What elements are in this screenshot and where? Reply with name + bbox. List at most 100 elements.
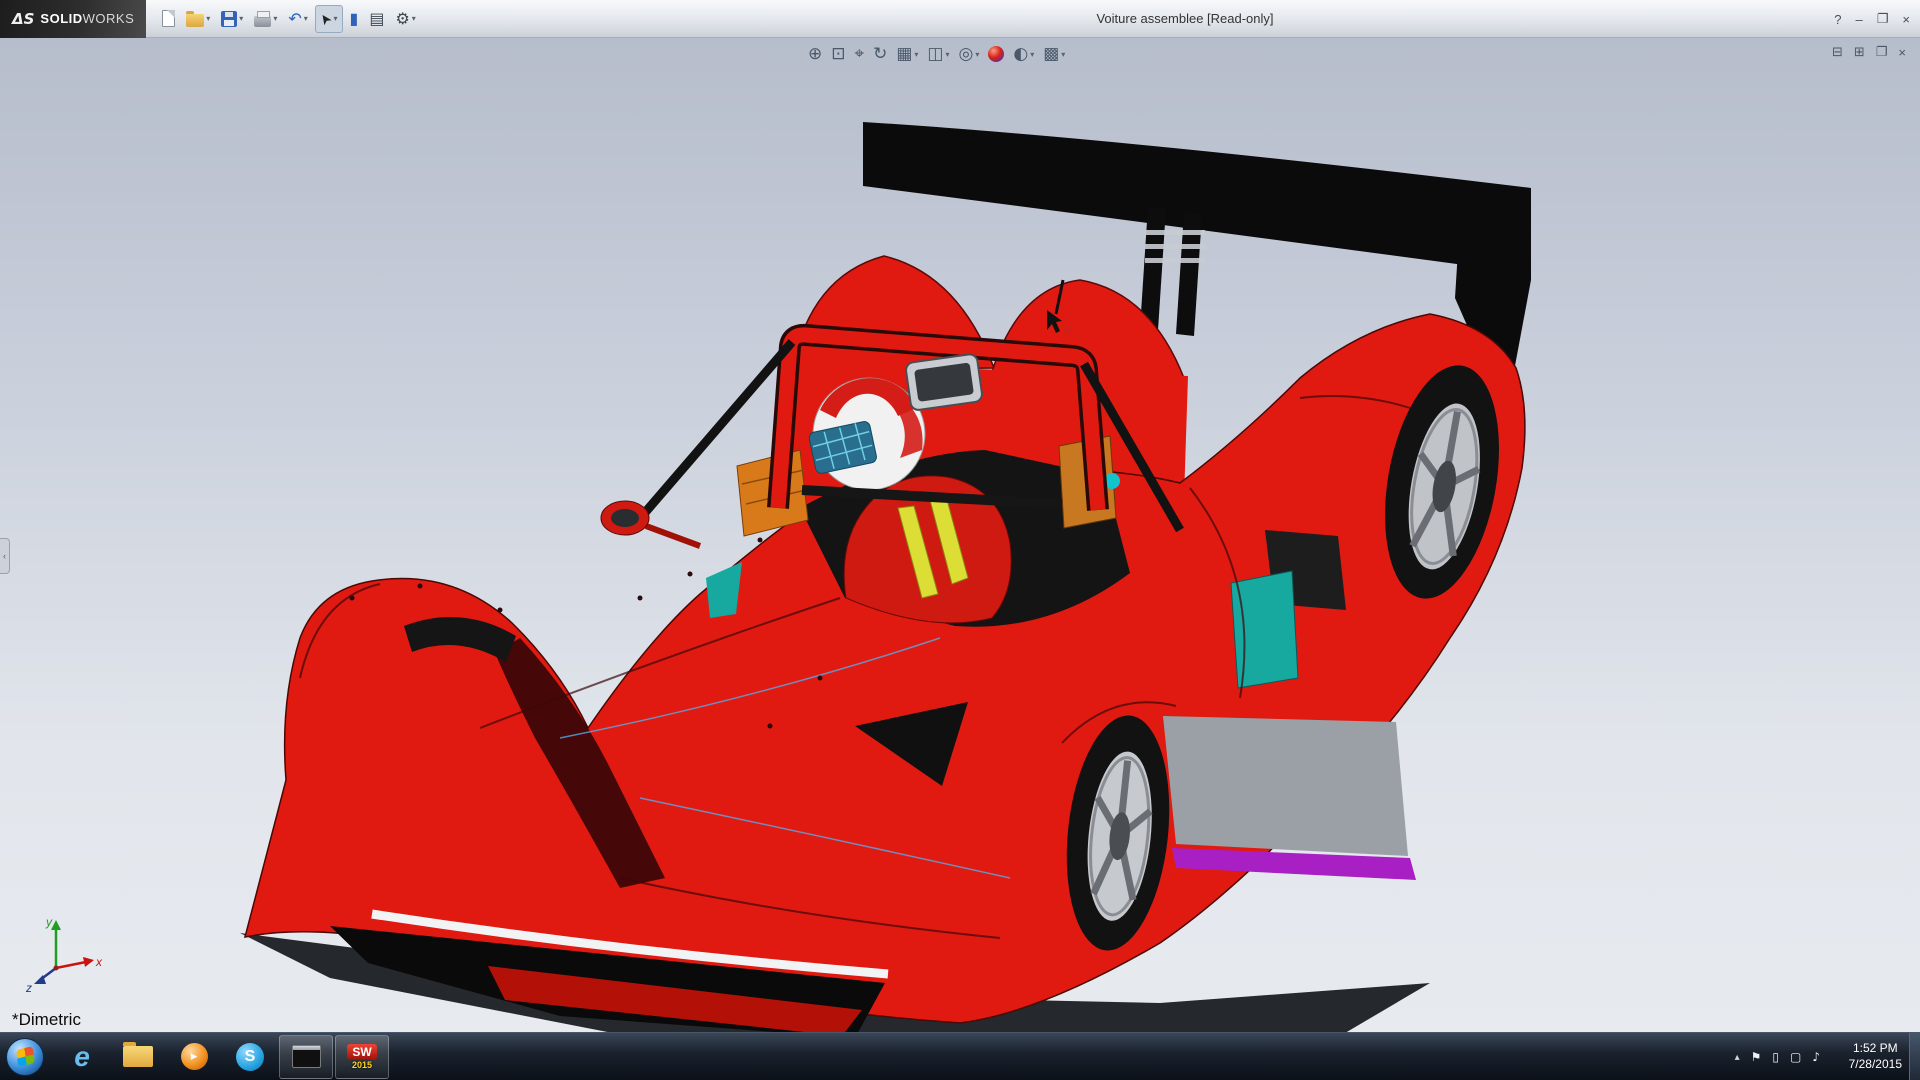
display-style-icon: ◫ <box>927 44 943 64</box>
zoom-fit-button[interactable]: ⊕ <box>808 44 822 64</box>
instant3d-icon: ▮ <box>350 9 359 28</box>
start-button[interactable] <box>6 1038 44 1076</box>
graphics-area[interactable]: ⊕ ⊡ ⌖ ↻ ▦▾ ◫▾ ◎▾ ◐▾ ▩▾ ⊟ ⊞ ❐ × ‹ y x z *… <box>0 38 1920 1032</box>
zoom-fit-icon: ⊕ <box>808 44 822 64</box>
y-axis-label: y <box>45 915 53 929</box>
save-icon <box>221 11 237 27</box>
taskbar-clock[interactable]: 1:52 PM 7/28/2015 <box>1849 1033 1902 1080</box>
new-document-button[interactable] <box>158 5 179 33</box>
help-icon[interactable]: ? <box>1834 12 1841 27</box>
view-orientation-icon: ▦ <box>896 44 912 64</box>
open-folder-icon <box>186 14 204 27</box>
undo-button[interactable]: ↶▾ <box>284 5 311 33</box>
save-button[interactable]: ▾ <box>217 5 247 33</box>
view-settings-button[interactable]: ▩▾ <box>1043 44 1065 64</box>
view-settings-icon: ▩ <box>1043 44 1059 64</box>
dropdown-arrow-icon: ▾ <box>239 14 243 23</box>
system-tray: ▴ ⚑ ▯ ▢ ♪ <box>1735 1033 1820 1080</box>
solidworks-logo: ΔS SOLIDWORKS <box>0 0 146 38</box>
clock-time: 1:52 PM <box>1849 1041 1902 1057</box>
zoom-area-button[interactable]: ⊡ <box>831 44 845 64</box>
solidworks-logo-mark-icon: ΔS <box>12 10 34 28</box>
action-center-flag-icon[interactable]: ⚑ <box>1751 1050 1762 1064</box>
edit-appearance-button[interactable] <box>988 46 1004 62</box>
doc-close-icon[interactable]: × <box>1898 45 1906 60</box>
dropdown-arrow-icon: ▾ <box>945 50 949 59</box>
folder-icon <box>123 1046 153 1067</box>
rotate-view-button[interactable]: ↻ <box>873 44 887 64</box>
teal-side-window <box>1231 571 1298 688</box>
scene-icon: ◐ <box>1013 44 1028 64</box>
mirror-stalk <box>646 526 700 546</box>
feature-panel-collapse-handle[interactable]: ‹ <box>0 538 10 574</box>
x-axis-arrow <box>83 957 94 967</box>
maximize-icon[interactable]: ❐ <box>1877 12 1889 27</box>
minimize-icon[interactable]: – <box>1856 12 1863 27</box>
skype-icon: S <box>236 1043 264 1071</box>
select-tool-button[interactable]: ➤▾ <box>315 5 343 33</box>
tray-expand-icon[interactable]: ▴ <box>1735 1052 1740 1063</box>
network-icon[interactable]: ▢ <box>1790 1050 1801 1064</box>
select-cursor-icon: ➤ <box>316 9 336 28</box>
play-icon: ▸ <box>191 1049 198 1064</box>
windows-flag-icon <box>16 1046 35 1067</box>
zoom-selection-button[interactable]: ⌖ <box>855 44 865 64</box>
car-model[interactable] <box>0 38 1920 1032</box>
windows-taskbar: e ▸ S SW 2015 ▴ ⚑ ▯ ▢ ♪ 1:52 PM 7/28/201… <box>0 1032 1920 1080</box>
display-style-button[interactable]: ◫▾ <box>927 44 949 64</box>
hide-show-icon: ◎ <box>958 44 973 64</box>
rocker-panel <box>1163 716 1408 856</box>
options-button[interactable]: ⚙▾ <box>391 5 419 33</box>
dash-display <box>905 353 983 411</box>
dropdown-arrow-icon: ▾ <box>914 50 918 59</box>
taskbar-file-explorer[interactable] <box>111 1035 165 1079</box>
apply-scene-button[interactable]: ◐▾ <box>1013 44 1034 64</box>
close-icon[interactable]: × <box>1902 12 1910 27</box>
rotate-view-icon: ↻ <box>873 44 887 64</box>
doc-pane-icon[interactable]: ⊞ <box>1854 45 1865 60</box>
reference-triad[interactable]: y x z <box>24 912 108 996</box>
solidworks-logo-text: SOLIDWORKS <box>40 11 134 26</box>
clock-date: 7/28/2015 <box>1849 1057 1902 1073</box>
main-toolbar: ▾ ▾ ▾ ↶▾ ➤▾ ▮ ▤ ⚙▾ <box>146 5 420 33</box>
dropdown-arrow-icon: ▾ <box>206 14 210 23</box>
x-axis-label: x <box>95 955 103 969</box>
taskbar-media-player[interactable]: ▸ <box>167 1035 221 1079</box>
zoom-selection-icon: ⌖ <box>855 44 865 64</box>
view-orientation-label: *Dimetric <box>12 1010 81 1030</box>
doc-restore-icon[interactable]: ❐ <box>1876 45 1888 60</box>
solidworks-app-icon: SW 2015 <box>347 1044 376 1070</box>
show-desktop-button[interactable] <box>1909 1033 1920 1080</box>
taskbar-internet-explorer[interactable]: e <box>55 1035 109 1079</box>
doc-split-icon[interactable]: ⊟ <box>1832 45 1843 60</box>
dropdown-arrow-icon: ▾ <box>304 14 308 23</box>
title-bar: ΔS SOLIDWORKS ▾ ▾ ▾ ↶▾ ➤▾ ▮ ▤ ⚙▾ Voiture… <box>0 0 1920 38</box>
sheet-button[interactable]: ▤ <box>365 5 388 33</box>
taskbar-command-prompt[interactable] <box>279 1035 333 1079</box>
command-prompt-icon <box>292 1045 321 1068</box>
instant3d-button[interactable]: ▮ <box>346 5 363 33</box>
volume-icon[interactable]: ♪ <box>1812 1050 1820 1064</box>
wing-strut-rung <box>1145 244 1205 249</box>
view-orientation-button[interactable]: ▦▾ <box>896 44 918 64</box>
taskbar-skype[interactable]: S <box>223 1035 277 1079</box>
y-axis-arrow <box>51 920 61 930</box>
chevron-left-icon: ‹ <box>3 551 6 561</box>
undo-icon: ↶ <box>288 9 301 28</box>
power-icon[interactable]: ▯ <box>1772 1050 1779 1064</box>
hide-show-items-button[interactable]: ◎▾ <box>958 44 979 64</box>
sheet-icon: ▤ <box>369 9 384 28</box>
wing-strut-rung <box>1145 258 1205 263</box>
taskbar-solidworks[interactable]: SW 2015 <box>335 1035 389 1079</box>
side-mirror-glass <box>611 509 639 527</box>
appearance-sphere-icon <box>988 46 1004 62</box>
print-button[interactable]: ▾ <box>250 5 281 33</box>
new-document-icon <box>162 10 175 27</box>
print-icon <box>254 16 271 27</box>
zoom-area-icon: ⊡ <box>831 44 845 64</box>
dropdown-arrow-icon: ▾ <box>1030 50 1034 59</box>
wing-strut-rung <box>1145 230 1205 235</box>
open-button[interactable]: ▾ <box>182 5 214 33</box>
dropdown-arrow-icon: ▾ <box>975 50 979 59</box>
internet-explorer-icon: e <box>74 1041 90 1073</box>
